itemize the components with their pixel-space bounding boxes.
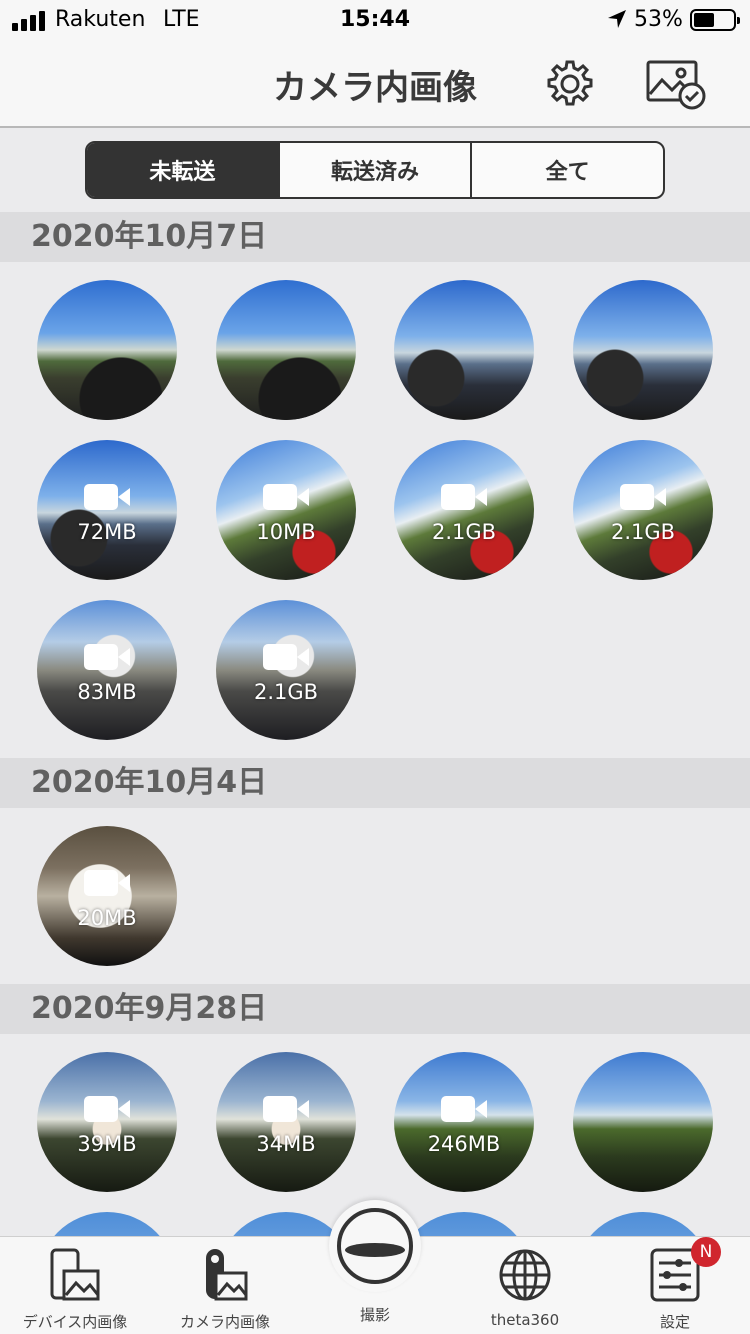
video-camera-icon: [84, 1096, 130, 1122]
file-size: 2.1GB: [431, 520, 497, 544]
shutter-button[interactable]: [329, 1200, 421, 1292]
phone-image-icon: [50, 1248, 100, 1301]
tab-device-images[interactable]: デバイス内画像: [0, 1237, 150, 1334]
tab-settings[interactable]: 設定: [600, 1237, 750, 1334]
file-size: 10MB: [256, 520, 316, 544]
photo-thumbnail[interactable]: [394, 280, 534, 420]
video-thumbnail[interactable]: 20MB: [37, 826, 177, 966]
video-thumbnail[interactable]: 39MB: [37, 1052, 177, 1192]
photo-thumbnail[interactable]: [573, 1052, 713, 1192]
status-bar: Rakuten LTE 15:44 53%: [0, 0, 750, 40]
video-camera-icon: [263, 484, 309, 510]
camera-image-icon: [206, 1249, 248, 1301]
video-camera-icon: [263, 1096, 309, 1122]
filter-segmented-control: 未転送 転送済み 全て: [85, 141, 665, 199]
video-thumbnail[interactable]: 2.1GB: [216, 600, 356, 740]
tab-camera-images[interactable]: カメラ内画像: [150, 1237, 300, 1334]
battery-percent: 53%: [634, 7, 683, 32]
file-size: 83MB: [77, 680, 137, 704]
video-camera-icon: [441, 484, 487, 510]
file-size: 39MB: [77, 1132, 137, 1156]
location-arrow-icon: [608, 10, 626, 28]
file-size: 2.1GB: [610, 520, 676, 544]
shutter-lens: [345, 1243, 405, 1257]
video-camera-icon: [263, 644, 309, 670]
photo-thumbnail[interactable]: [573, 280, 713, 420]
file-size: 72MB: [77, 520, 137, 544]
file-size: 34MB: [256, 1132, 316, 1156]
segment-transferred[interactable]: 転送済み: [280, 143, 473, 197]
video-camera-icon: [84, 644, 130, 670]
file-size: 20MB: [77, 906, 137, 930]
video-thumbnail[interactable]: 2.1GB: [573, 440, 713, 580]
tab-label: カメラ内画像: [179, 1313, 270, 1331]
segment-untransferred[interactable]: 未転送: [87, 143, 280, 197]
video-thumbnail[interactable]: 10MB: [216, 440, 356, 580]
video-thumbnail[interactable]: 2.1GB: [394, 440, 534, 580]
video-thumbnail[interactable]: 246MB: [394, 1052, 534, 1192]
date-header: 2020年9月28日: [0, 984, 750, 1034]
video-camera-icon: [84, 484, 130, 510]
video-camera-icon: [441, 1096, 487, 1122]
video-camera-icon: [620, 484, 666, 510]
file-size: 246MB: [427, 1132, 501, 1156]
date-header: 2020年10月7日: [0, 212, 750, 262]
video-thumbnail[interactable]: 72MB: [37, 440, 177, 580]
segment-all[interactable]: 全て: [472, 143, 663, 197]
date-header: 2020年10月4日: [0, 758, 750, 808]
notification-badge: N: [691, 1237, 721, 1267]
page-title: カメラ内画像: [273, 68, 477, 108]
tab-label: theta360: [490, 1311, 560, 1329]
video-thumbnail[interactable]: 83MB: [37, 600, 177, 740]
battery-icon: [690, 9, 740, 31]
video-camera-icon: [84, 870, 130, 896]
nav-bar: カメラ内画像: [0, 40, 750, 128]
album-check-icon[interactable]: [646, 58, 706, 110]
tab-theta360[interactable]: theta360: [450, 1237, 600, 1334]
tab-label: 設定: [659, 1313, 690, 1331]
globe-icon: [499, 1249, 551, 1301]
tab-label: 撮影: [359, 1306, 390, 1324]
video-thumbnail[interactable]: 34MB: [216, 1052, 356, 1192]
photo-thumbnail[interactable]: [216, 280, 356, 420]
file-size: 2.1GB: [253, 680, 319, 704]
tab-label: デバイス内画像: [22, 1313, 128, 1331]
photo-thumbnail[interactable]: [37, 280, 177, 420]
gear-icon[interactable]: [544, 58, 596, 110]
